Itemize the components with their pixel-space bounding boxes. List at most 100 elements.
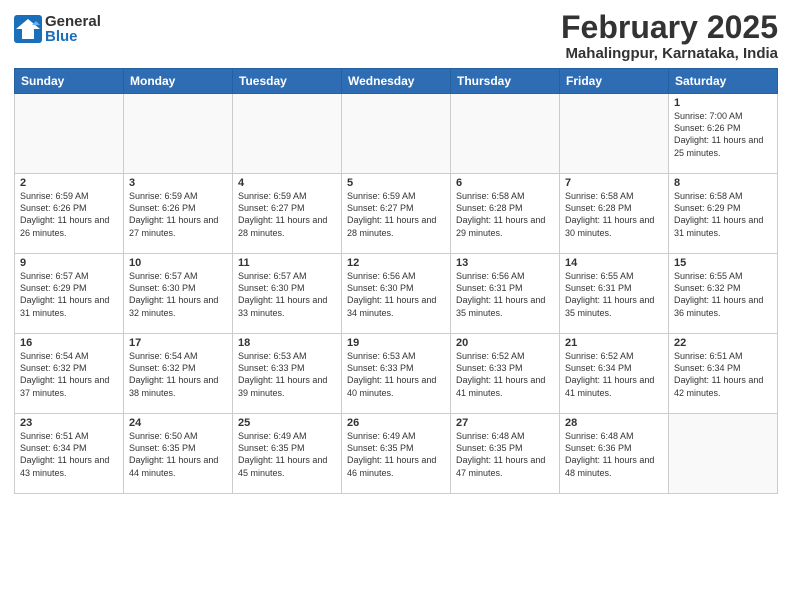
- calendar-cell: 3Sunrise: 6:59 AMSunset: 6:26 PMDaylight…: [124, 174, 233, 254]
- day-number: 27: [456, 417, 554, 429]
- day-info: Sunrise: 6:56 AMSunset: 6:31 PMDaylight:…: [456, 270, 554, 319]
- day-info: Sunrise: 6:54 AMSunset: 6:32 PMDaylight:…: [129, 350, 227, 399]
- day-number: 15: [674, 257, 772, 269]
- calendar-cell: 21Sunrise: 6:52 AMSunset: 6:34 PMDayligh…: [560, 334, 669, 414]
- day-info: Sunrise: 6:57 AMSunset: 6:29 PMDaylight:…: [20, 270, 118, 319]
- day-number: 18: [238, 337, 336, 349]
- day-info: Sunrise: 7:00 AMSunset: 6:26 PMDaylight:…: [674, 110, 772, 159]
- day-number: 19: [347, 337, 445, 349]
- location-title: Mahalingpur, Karnataka, India: [561, 45, 778, 62]
- day-info: Sunrise: 6:57 AMSunset: 6:30 PMDaylight:…: [238, 270, 336, 319]
- calendar-cell: 13Sunrise: 6:56 AMSunset: 6:31 PMDayligh…: [451, 254, 560, 334]
- day-info: Sunrise: 6:52 AMSunset: 6:33 PMDaylight:…: [456, 350, 554, 399]
- day-info: Sunrise: 6:53 AMSunset: 6:33 PMDaylight:…: [347, 350, 445, 399]
- col-header-friday: Friday: [560, 69, 669, 94]
- day-info: Sunrise: 6:55 AMSunset: 6:32 PMDaylight:…: [674, 270, 772, 319]
- day-info: Sunrise: 6:51 AMSunset: 6:34 PMDaylight:…: [20, 430, 118, 479]
- calendar-cell: 5Sunrise: 6:59 AMSunset: 6:27 PMDaylight…: [342, 174, 451, 254]
- calendar-cell: 1Sunrise: 7:00 AMSunset: 6:26 PMDaylight…: [669, 94, 778, 174]
- calendar-cell: 2Sunrise: 6:59 AMSunset: 6:26 PMDaylight…: [15, 174, 124, 254]
- day-info: Sunrise: 6:52 AMSunset: 6:34 PMDaylight:…: [565, 350, 663, 399]
- day-number: 7: [565, 177, 663, 189]
- calendar-cell: 23Sunrise: 6:51 AMSunset: 6:34 PMDayligh…: [15, 414, 124, 494]
- week-row-3: 9Sunrise: 6:57 AMSunset: 6:29 PMDaylight…: [15, 254, 778, 334]
- calendar-header-row: Sunday Monday Tuesday Wednesday Thursday…: [15, 69, 778, 94]
- day-number: 11: [238, 257, 336, 269]
- day-number: 26: [347, 417, 445, 429]
- day-info: Sunrise: 6:49 AMSunset: 6:35 PMDaylight:…: [238, 430, 336, 479]
- page: General Blue February 2025 Mahalingpur, …: [0, 0, 792, 612]
- day-number: 22: [674, 337, 772, 349]
- day-info: Sunrise: 6:50 AMSunset: 6:35 PMDaylight:…: [129, 430, 227, 479]
- calendar-cell: 25Sunrise: 6:49 AMSunset: 6:35 PMDayligh…: [233, 414, 342, 494]
- calendar-cell: 8Sunrise: 6:58 AMSunset: 6:29 PMDaylight…: [669, 174, 778, 254]
- day-number: 14: [565, 257, 663, 269]
- calendar-cell: 26Sunrise: 6:49 AMSunset: 6:35 PMDayligh…: [342, 414, 451, 494]
- day-info: Sunrise: 6:58 AMSunset: 6:28 PMDaylight:…: [565, 190, 663, 239]
- week-row-5: 23Sunrise: 6:51 AMSunset: 6:34 PMDayligh…: [15, 414, 778, 494]
- week-row-2: 2Sunrise: 6:59 AMSunset: 6:26 PMDaylight…: [15, 174, 778, 254]
- day-info: Sunrise: 6:59 AMSunset: 6:27 PMDaylight:…: [347, 190, 445, 239]
- day-info: Sunrise: 6:48 AMSunset: 6:36 PMDaylight:…: [565, 430, 663, 479]
- day-number: 21: [565, 337, 663, 349]
- day-number: 10: [129, 257, 227, 269]
- day-number: 5: [347, 177, 445, 189]
- logo-text: General Blue: [45, 14, 101, 44]
- calendar-cell: 10Sunrise: 6:57 AMSunset: 6:30 PMDayligh…: [124, 254, 233, 334]
- col-header-saturday: Saturday: [669, 69, 778, 94]
- calendar-cell: 16Sunrise: 6:54 AMSunset: 6:32 PMDayligh…: [15, 334, 124, 414]
- day-info: Sunrise: 6:59 AMSunset: 6:26 PMDaylight:…: [129, 190, 227, 239]
- calendar-cell: 18Sunrise: 6:53 AMSunset: 6:33 PMDayligh…: [233, 334, 342, 414]
- day-number: 28: [565, 417, 663, 429]
- logo-blue-text: Blue: [45, 29, 101, 44]
- calendar-cell: 11Sunrise: 6:57 AMSunset: 6:30 PMDayligh…: [233, 254, 342, 334]
- day-info: Sunrise: 6:59 AMSunset: 6:26 PMDaylight:…: [20, 190, 118, 239]
- calendar-cell: 28Sunrise: 6:48 AMSunset: 6:36 PMDayligh…: [560, 414, 669, 494]
- day-number: 24: [129, 417, 227, 429]
- calendar-cell: 20Sunrise: 6:52 AMSunset: 6:33 PMDayligh…: [451, 334, 560, 414]
- day-info: Sunrise: 6:59 AMSunset: 6:27 PMDaylight:…: [238, 190, 336, 239]
- calendar-cell: [233, 94, 342, 174]
- day-info: Sunrise: 6:58 AMSunset: 6:29 PMDaylight:…: [674, 190, 772, 239]
- calendar-cell: 27Sunrise: 6:48 AMSunset: 6:35 PMDayligh…: [451, 414, 560, 494]
- calendar-cell: 17Sunrise: 6:54 AMSunset: 6:32 PMDayligh…: [124, 334, 233, 414]
- day-number: 1: [674, 97, 772, 109]
- month-title: February 2025: [561, 10, 778, 45]
- calendar-cell: 9Sunrise: 6:57 AMSunset: 6:29 PMDaylight…: [15, 254, 124, 334]
- calendar-cell: 14Sunrise: 6:55 AMSunset: 6:31 PMDayligh…: [560, 254, 669, 334]
- calendar-cell: 19Sunrise: 6:53 AMSunset: 6:33 PMDayligh…: [342, 334, 451, 414]
- day-info: Sunrise: 6:54 AMSunset: 6:32 PMDaylight:…: [20, 350, 118, 399]
- calendar-cell: 4Sunrise: 6:59 AMSunset: 6:27 PMDaylight…: [233, 174, 342, 254]
- calendar-cell: [124, 94, 233, 174]
- col-header-wednesday: Wednesday: [342, 69, 451, 94]
- week-row-4: 16Sunrise: 6:54 AMSunset: 6:32 PMDayligh…: [15, 334, 778, 414]
- day-info: Sunrise: 6:49 AMSunset: 6:35 PMDaylight:…: [347, 430, 445, 479]
- day-number: 16: [20, 337, 118, 349]
- logo-general-text: General: [45, 14, 101, 29]
- day-number: 8: [674, 177, 772, 189]
- header: General Blue February 2025 Mahalingpur, …: [14, 10, 778, 62]
- day-info: Sunrise: 6:56 AMSunset: 6:30 PMDaylight:…: [347, 270, 445, 319]
- calendar-cell: [560, 94, 669, 174]
- calendar-cell: 6Sunrise: 6:58 AMSunset: 6:28 PMDaylight…: [451, 174, 560, 254]
- day-number: 2: [20, 177, 118, 189]
- calendar-cell: [451, 94, 560, 174]
- day-info: Sunrise: 6:48 AMSunset: 6:35 PMDaylight:…: [456, 430, 554, 479]
- title-area: February 2025 Mahalingpur, Karnataka, In…: [561, 10, 778, 62]
- day-number: 9: [20, 257, 118, 269]
- day-number: 12: [347, 257, 445, 269]
- calendar: Sunday Monday Tuesday Wednesday Thursday…: [14, 68, 778, 494]
- calendar-cell: 15Sunrise: 6:55 AMSunset: 6:32 PMDayligh…: [669, 254, 778, 334]
- day-info: Sunrise: 6:51 AMSunset: 6:34 PMDaylight:…: [674, 350, 772, 399]
- day-number: 6: [456, 177, 554, 189]
- day-number: 13: [456, 257, 554, 269]
- day-number: 23: [20, 417, 118, 429]
- day-number: 20: [456, 337, 554, 349]
- logo-icon: [14, 15, 42, 43]
- col-header-sunday: Sunday: [15, 69, 124, 94]
- day-number: 25: [238, 417, 336, 429]
- logo: General Blue: [14, 14, 101, 44]
- day-number: 4: [238, 177, 336, 189]
- calendar-cell: 22Sunrise: 6:51 AMSunset: 6:34 PMDayligh…: [669, 334, 778, 414]
- day-info: Sunrise: 6:53 AMSunset: 6:33 PMDaylight:…: [238, 350, 336, 399]
